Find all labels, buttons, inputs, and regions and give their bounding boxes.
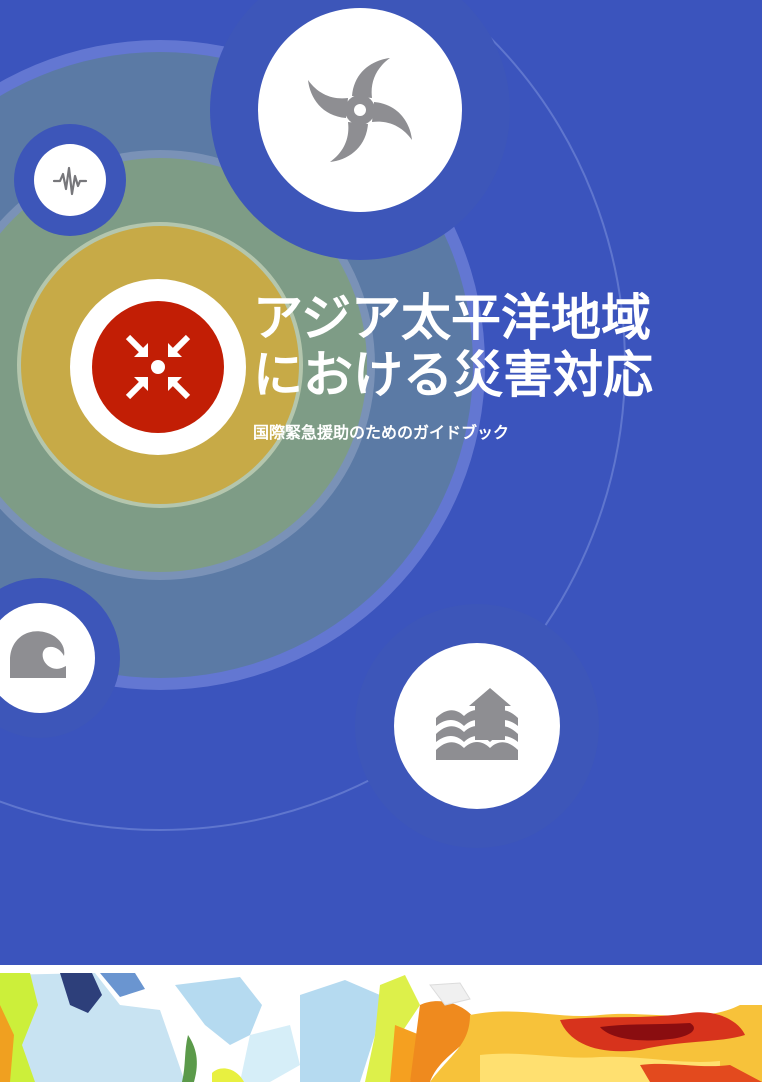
title-line-2: における災害対応 — [253, 346, 653, 404]
assembly-point-icon — [70, 279, 246, 455]
flood-icon — [355, 604, 599, 848]
hazard-map — [0, 965, 762, 1082]
cover-artwork — [0, 0, 762, 965]
subtitle: 国際緊急援助のためのガイドブック — [253, 423, 510, 442]
title-line-1: アジア太平洋地域 — [253, 289, 651, 347]
cover-page: アジア太平洋地域 における災害対応 国際緊急援助のためのガイドブック — [0, 0, 762, 1082]
title-block: アジア太平洋地域 における災害対応 国際緊急援助のためのガイドブック — [253, 290, 733, 444]
earthquake-icon — [14, 124, 126, 236]
